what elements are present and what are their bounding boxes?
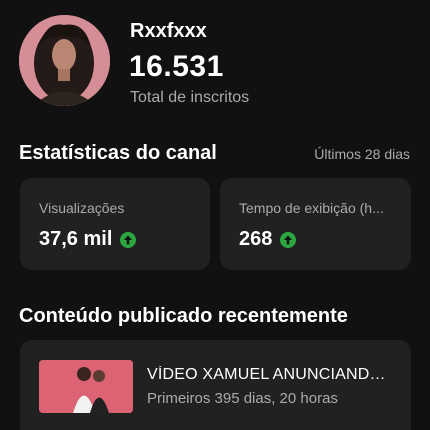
channel-header: Rxxfxxx 16.531 Total de inscritos [0,0,430,120]
watch-time-label: Tempo de exibição (h... [239,200,384,216]
recent-video-card[interactable]: VÍDEO XAMUEL ANUNCIANDO ... Primeiros 39… [20,340,411,430]
views-value-row: 37,6 mil [39,228,137,251]
video-thumbnail[interactable] [39,360,133,413]
stats-section-title: Estatísticas do canal [19,142,217,164]
views-label: Visualizações [39,200,125,216]
watch-time-value: 268 [239,228,273,250]
stats-period: Últimos 28 dias [314,146,410,162]
video-meta: Primeiros 395 dias, 20 horas [147,390,338,407]
watch-time-value-row: 268 [239,228,297,251]
views-value: 37,6 mil [39,228,113,250]
watch-time-stat-card[interactable]: Tempo de exibição (h... 268 [220,178,411,270]
recent-content-title: Conteúdo publicado recentemente [19,305,348,327]
subscriber-count: 16.531 [129,50,224,83]
subscriber-label: Total de inscritos [130,89,250,106]
arrow-up-icon [280,231,297,248]
channel-avatar[interactable] [19,15,110,106]
channel-name: Rxxfxxx [130,20,207,42]
arrow-up-icon [120,231,137,248]
views-stat-card[interactable]: Visualizações 37,6 mil [20,178,210,270]
video-title: VÍDEO XAMUEL ANUNCIANDO ... [147,366,392,383]
